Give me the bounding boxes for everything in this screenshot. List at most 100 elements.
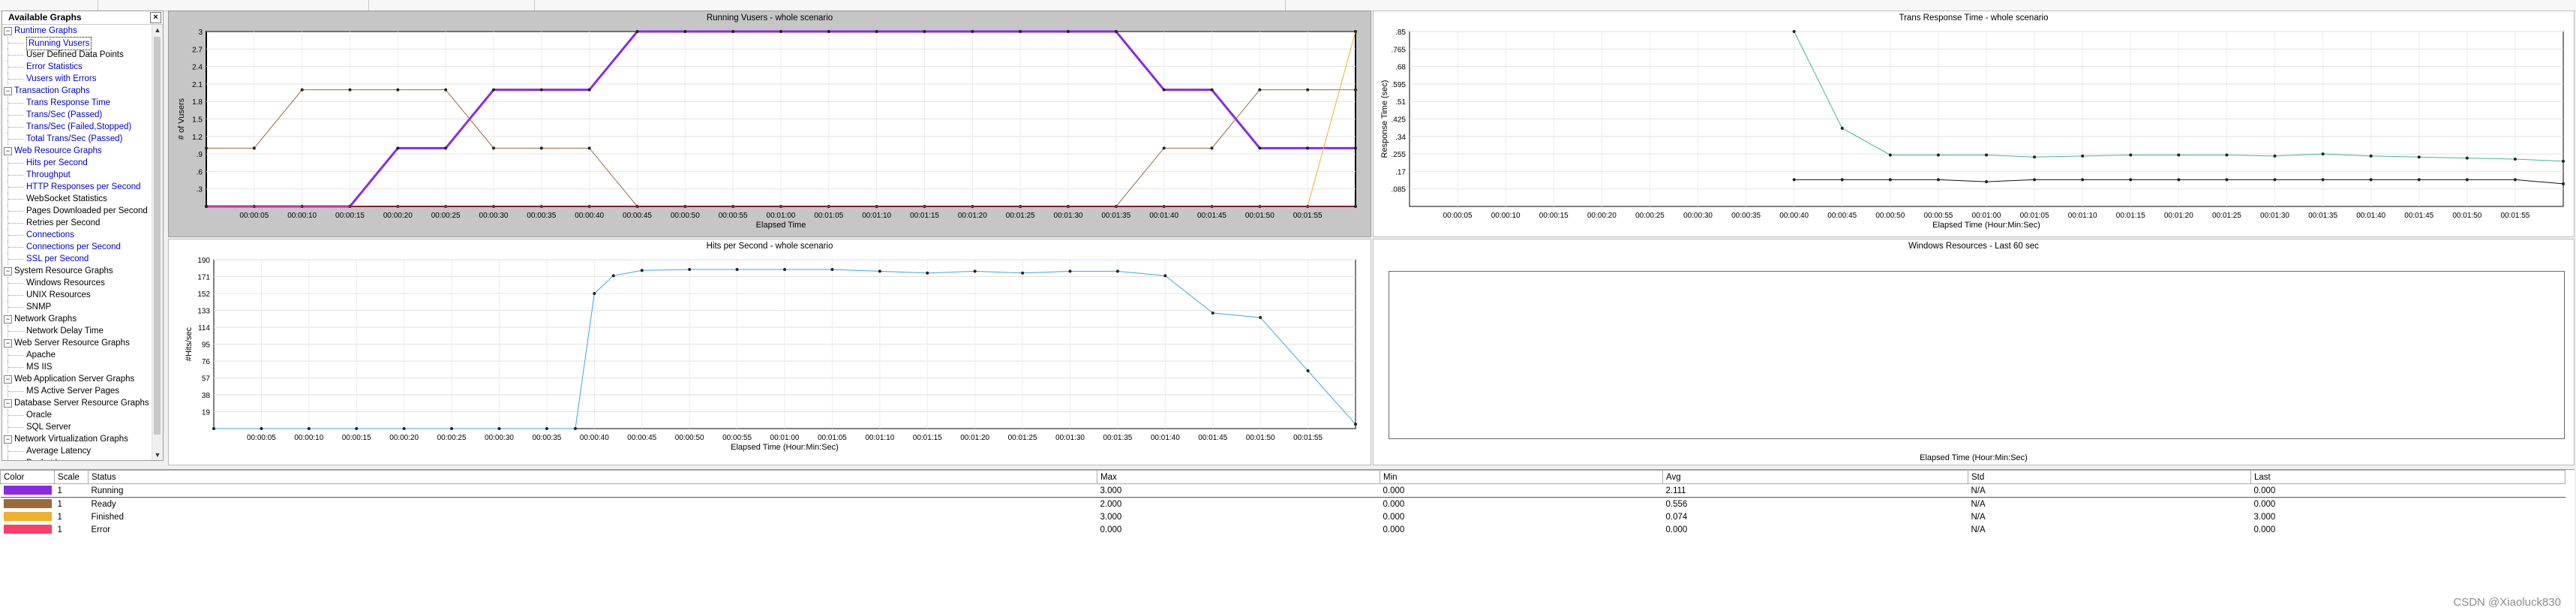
tree-item-websocket-statistics[interactable]: WebSocket Statistics (26, 193, 107, 205)
x-tick-label: 00:00:55 (719, 212, 748, 220)
tree-expander-icon[interactable]: − (4, 339, 12, 348)
data-point-marker (1306, 88, 1310, 92)
legend-max: 3.000 (1097, 483, 1380, 498)
tree-item-total-trans-sec-passed[interactable]: Total Trans/Sec (Passed) (26, 133, 122, 145)
data-point-marker (2369, 178, 2373, 182)
tree-category-web-server-resource-graphs[interactable]: Web Server Resource Graphs (14, 337, 130, 349)
tree-expander-icon[interactable]: − (4, 315, 12, 324)
data-point-marker (830, 268, 834, 272)
x-tick-label: 00:01:30 (1055, 434, 1085, 442)
data-point-marker (539, 88, 543, 92)
tree-category-network-virtualization-graphs[interactable]: Network Virtualization Graphs (14, 433, 128, 445)
tree-item-packet-loss[interactable]: Packet Loss (26, 457, 74, 460)
tree-item-oracle[interactable]: Oracle (26, 409, 52, 421)
tree-item-trans-sec-passed[interactable]: Trans/Sec (Passed) (26, 109, 102, 121)
y-tick-label: .255 (1392, 151, 1407, 159)
close-icon[interactable]: × (150, 12, 161, 23)
tree-category-web-application-server-graphs[interactable]: Web Application Server Graphs (14, 373, 134, 385)
tree-item-trans-response-time[interactable]: Trans Response Time (26, 97, 110, 109)
tree-expander-icon[interactable]: − (4, 87, 12, 95)
data-point-marker (971, 30, 974, 33)
scroll-down-arrow-icon[interactable]: ▼ (152, 450, 163, 460)
data-point-marker (1258, 146, 1262, 150)
tree-category-runtime-graphs[interactable]: Runtime Graphs (14, 25, 77, 37)
legend-header-std[interactable]: Std (1968, 470, 2251, 484)
tree-item-connections-per-second[interactable]: Connections per Second (26, 241, 121, 253)
tree-category-database-server-resource-graphs[interactable]: Database Server Resource Graphs (14, 397, 149, 409)
legend-min: 0.000 (1383, 499, 1405, 509)
legend-row[interactable]: 1 Error 0.000 0.000 0.000 N/A 0.000 (1, 523, 2565, 536)
data-point-marker (573, 427, 577, 430)
tree-expander-icon[interactable]: − (4, 399, 12, 408)
legend-header-status[interactable]: Status (88, 470, 1097, 484)
data-point-marker (1354, 30, 1357, 33)
x-tick-label: 00:00:35 (527, 212, 556, 220)
tree-item-user-defined-data-points[interactable]: User Defined Data Points (26, 49, 124, 61)
running-vusers-panel[interactable]: Running Vusers - whole scenario 3 2.7 2.4 2… (168, 11, 1371, 237)
tree-scrollbar[interactable]: ▲ ▼ (152, 25, 163, 460)
legend-header-min[interactable]: Min (1380, 470, 1663, 484)
hits-per-second-panel[interactable]: Hits per Second - whole scenario 190 171 1… (168, 239, 1371, 465)
tree-item-vusers-with-errors[interactable]: Vusers with Errors (26, 73, 97, 85)
tree-item-ssl-per-second[interactable]: SSL per Second (26, 253, 89, 265)
tree-item-connections[interactable]: Connections (26, 229, 74, 241)
data-point-marker (2465, 178, 2469, 182)
tree-item-ms-iis[interactable]: MS IIS (26, 361, 53, 373)
tree-item-apache[interactable]: Apache (26, 349, 56, 361)
tree-expander-icon[interactable]: − (4, 147, 12, 155)
tree-category-web-resource-graphs[interactable]: Web Resource Graphs (14, 145, 102, 157)
tree-category-system-resource-graphs[interactable]: System Resource Graphs (14, 265, 113, 277)
trans-response-time-panel[interactable]: Trans Response Time - whole scenario .85… (1373, 11, 2574, 237)
x-tick-label: 00:01:25 (1006, 212, 1035, 220)
data-point-marker (402, 427, 406, 430)
x-tick-label: 00:00:05 (247, 434, 276, 442)
tree-expander-icon[interactable]: − (4, 375, 12, 384)
windows-resources-panel[interactable]: Windows Resources - Last 60 sec Elapsed … (1373, 239, 2574, 465)
tree-item-sql-server[interactable]: SQL Server (26, 421, 71, 433)
x-tick-label: 00:01:35 (1101, 212, 1130, 220)
tree-item-ms-active-server-pages[interactable]: MS Active Server Pages (26, 385, 119, 397)
tree-item-trans-sec-failed-stopped[interactable]: Trans/Sec (Failed,Stopped) (26, 121, 131, 133)
legend-color-swatch (1, 510, 55, 523)
data-point-marker (348, 88, 352, 92)
data-point-marker (1306, 146, 1310, 150)
tree-item-http-responses-per-second[interactable]: HTTP Responses per Second (26, 181, 141, 193)
legend-std: N/A (1971, 499, 1986, 509)
tree-item-pages-downloaded-per-second[interactable]: Pages Downloaded per Second (26, 205, 148, 217)
tree-item-error-statistics[interactable]: Error Statistics (26, 61, 83, 73)
tree-item-windows-resources[interactable]: Windows Resources (26, 277, 105, 289)
tree-item-retries-per-second[interactable]: Retries per Second (26, 217, 100, 229)
legend-header-avg[interactable]: Avg (1662, 470, 1968, 484)
tree-item-unix-resources[interactable]: UNIX Resources (26, 289, 91, 301)
data-point-marker (492, 88, 495, 92)
tree-expander-icon[interactable]: − (4, 27, 12, 35)
tree-expander-icon[interactable]: − (4, 435, 12, 444)
data-point-marker (212, 427, 215, 430)
data-point-marker (2033, 178, 2037, 182)
tree-item-throughput[interactable]: Throughput (26, 169, 71, 181)
scrollbar-thumb[interactable] (154, 37, 161, 435)
legend-header-max[interactable]: Max (1097, 470, 1380, 484)
legend-min: 0.000 (1383, 512, 1405, 522)
legend-row[interactable]: 1 Running 3.000 0.000 2.111 N/A 0.000 (0, 483, 2565, 498)
legend-row[interactable]: 1 Ready 2.000 0.000 0.556 N/A 0.000 (1, 498, 2565, 511)
scroll-up-arrow-icon[interactable]: ▲ (152, 25, 163, 35)
data-point-marker (260, 427, 263, 430)
legend-header-last[interactable]: Last (2250, 470, 2565, 484)
tree-item-hits-per-second[interactable]: Hits per Second (26, 157, 88, 169)
data-point-marker (1792, 178, 1796, 182)
tree-item-snmp[interactable]: SNMP (26, 301, 51, 313)
x-tick-label: 00:00:20 (389, 434, 419, 442)
legend-header-color[interactable]: Color (0, 470, 55, 484)
x-tick-label: 00:00:35 (1731, 212, 1761, 220)
legend-avg: 2.111 (1662, 483, 1968, 498)
x-tick-label: 00:01:50 (1246, 434, 1275, 442)
tree-item-network-delay-time[interactable]: Network Delay Time (26, 325, 104, 337)
data-point-marker (1258, 88, 1262, 92)
tree-category-transaction-graphs[interactable]: Transaction Graphs (14, 85, 90, 97)
tree-item-average-latency[interactable]: Average Latency (26, 445, 91, 457)
tree-expander-icon[interactable]: − (4, 267, 12, 275)
tree-category-network-graphs[interactable]: Network Graphs (14, 313, 77, 325)
legend-row[interactable]: 1 Finished 3.000 0.000 0.074 N/A 3.000 (1, 510, 2565, 523)
legend-header-scale[interactable]: Scale (54, 470, 89, 484)
